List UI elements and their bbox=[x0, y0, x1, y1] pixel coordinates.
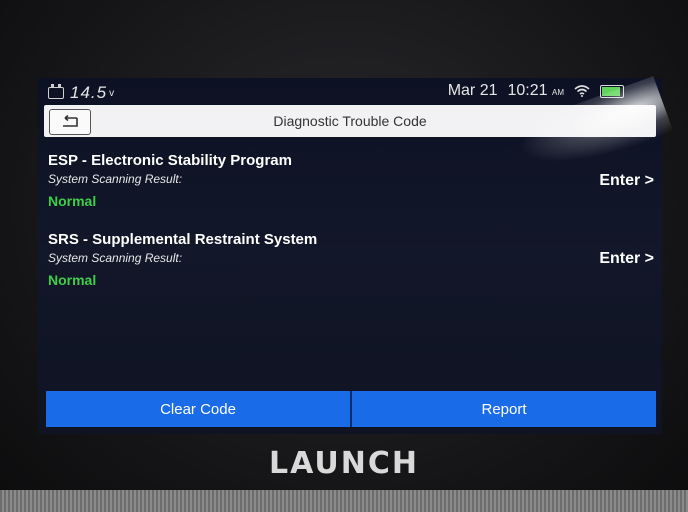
enter-srs-button[interactable]: Enter > bbox=[599, 250, 654, 268]
launch-logo: LAUNCH bbox=[268, 446, 419, 481]
voltage-unit: v bbox=[109, 87, 115, 99]
system-result-status: Normal bbox=[48, 272, 97, 288]
bottom-action-bar: Clear Code Report bbox=[46, 391, 656, 427]
device-screen: 14.5 v Mar 21 10:21 AM Diagnostic Troubl… bbox=[38, 78, 662, 434]
voltage-value: 14.5 bbox=[70, 83, 108, 102]
status-time-wrap: 10:21 AM bbox=[508, 82, 565, 100]
system-item-srs[interactable]: SRS - Supplemental Restraint System Syst… bbox=[48, 231, 648, 288]
clear-code-button[interactable]: Clear Code bbox=[46, 391, 350, 427]
wifi-icon bbox=[574, 85, 590, 97]
status-time: 10:21 bbox=[507, 82, 548, 99]
title-bar: Diagnostic Trouble Code bbox=[44, 105, 656, 137]
battery-level-fill bbox=[602, 86, 620, 96]
system-name: SRS - Supplemental Restraint System bbox=[48, 231, 318, 248]
car-battery-icon bbox=[48, 84, 64, 99]
system-item-esp[interactable]: ESP - Electronic Stability Program Syste… bbox=[48, 152, 648, 209]
page-title: Diagnostic Trouble Code bbox=[273, 113, 427, 129]
status-date: Mar 21 bbox=[447, 82, 498, 99]
device-edge bbox=[0, 490, 688, 512]
status-right: Mar 21 10:21 AM bbox=[448, 82, 624, 100]
report-button[interactable]: Report bbox=[352, 391, 656, 427]
battery-icon bbox=[600, 84, 624, 98]
system-name: ESP - Electronic Stability Program bbox=[48, 152, 292, 169]
status-bar: 14.5 v Mar 21 10:21 AM bbox=[38, 78, 662, 104]
voltage-indicator: 14.5 v bbox=[48, 83, 114, 103]
system-result-label: System Scanning Result: bbox=[48, 251, 183, 265]
status-ampm: AM bbox=[552, 88, 564, 97]
system-result-label: System Scanning Result: bbox=[48, 172, 183, 186]
enter-esp-button[interactable]: Enter > bbox=[599, 172, 654, 190]
system-result-status: Normal bbox=[48, 193, 97, 209]
